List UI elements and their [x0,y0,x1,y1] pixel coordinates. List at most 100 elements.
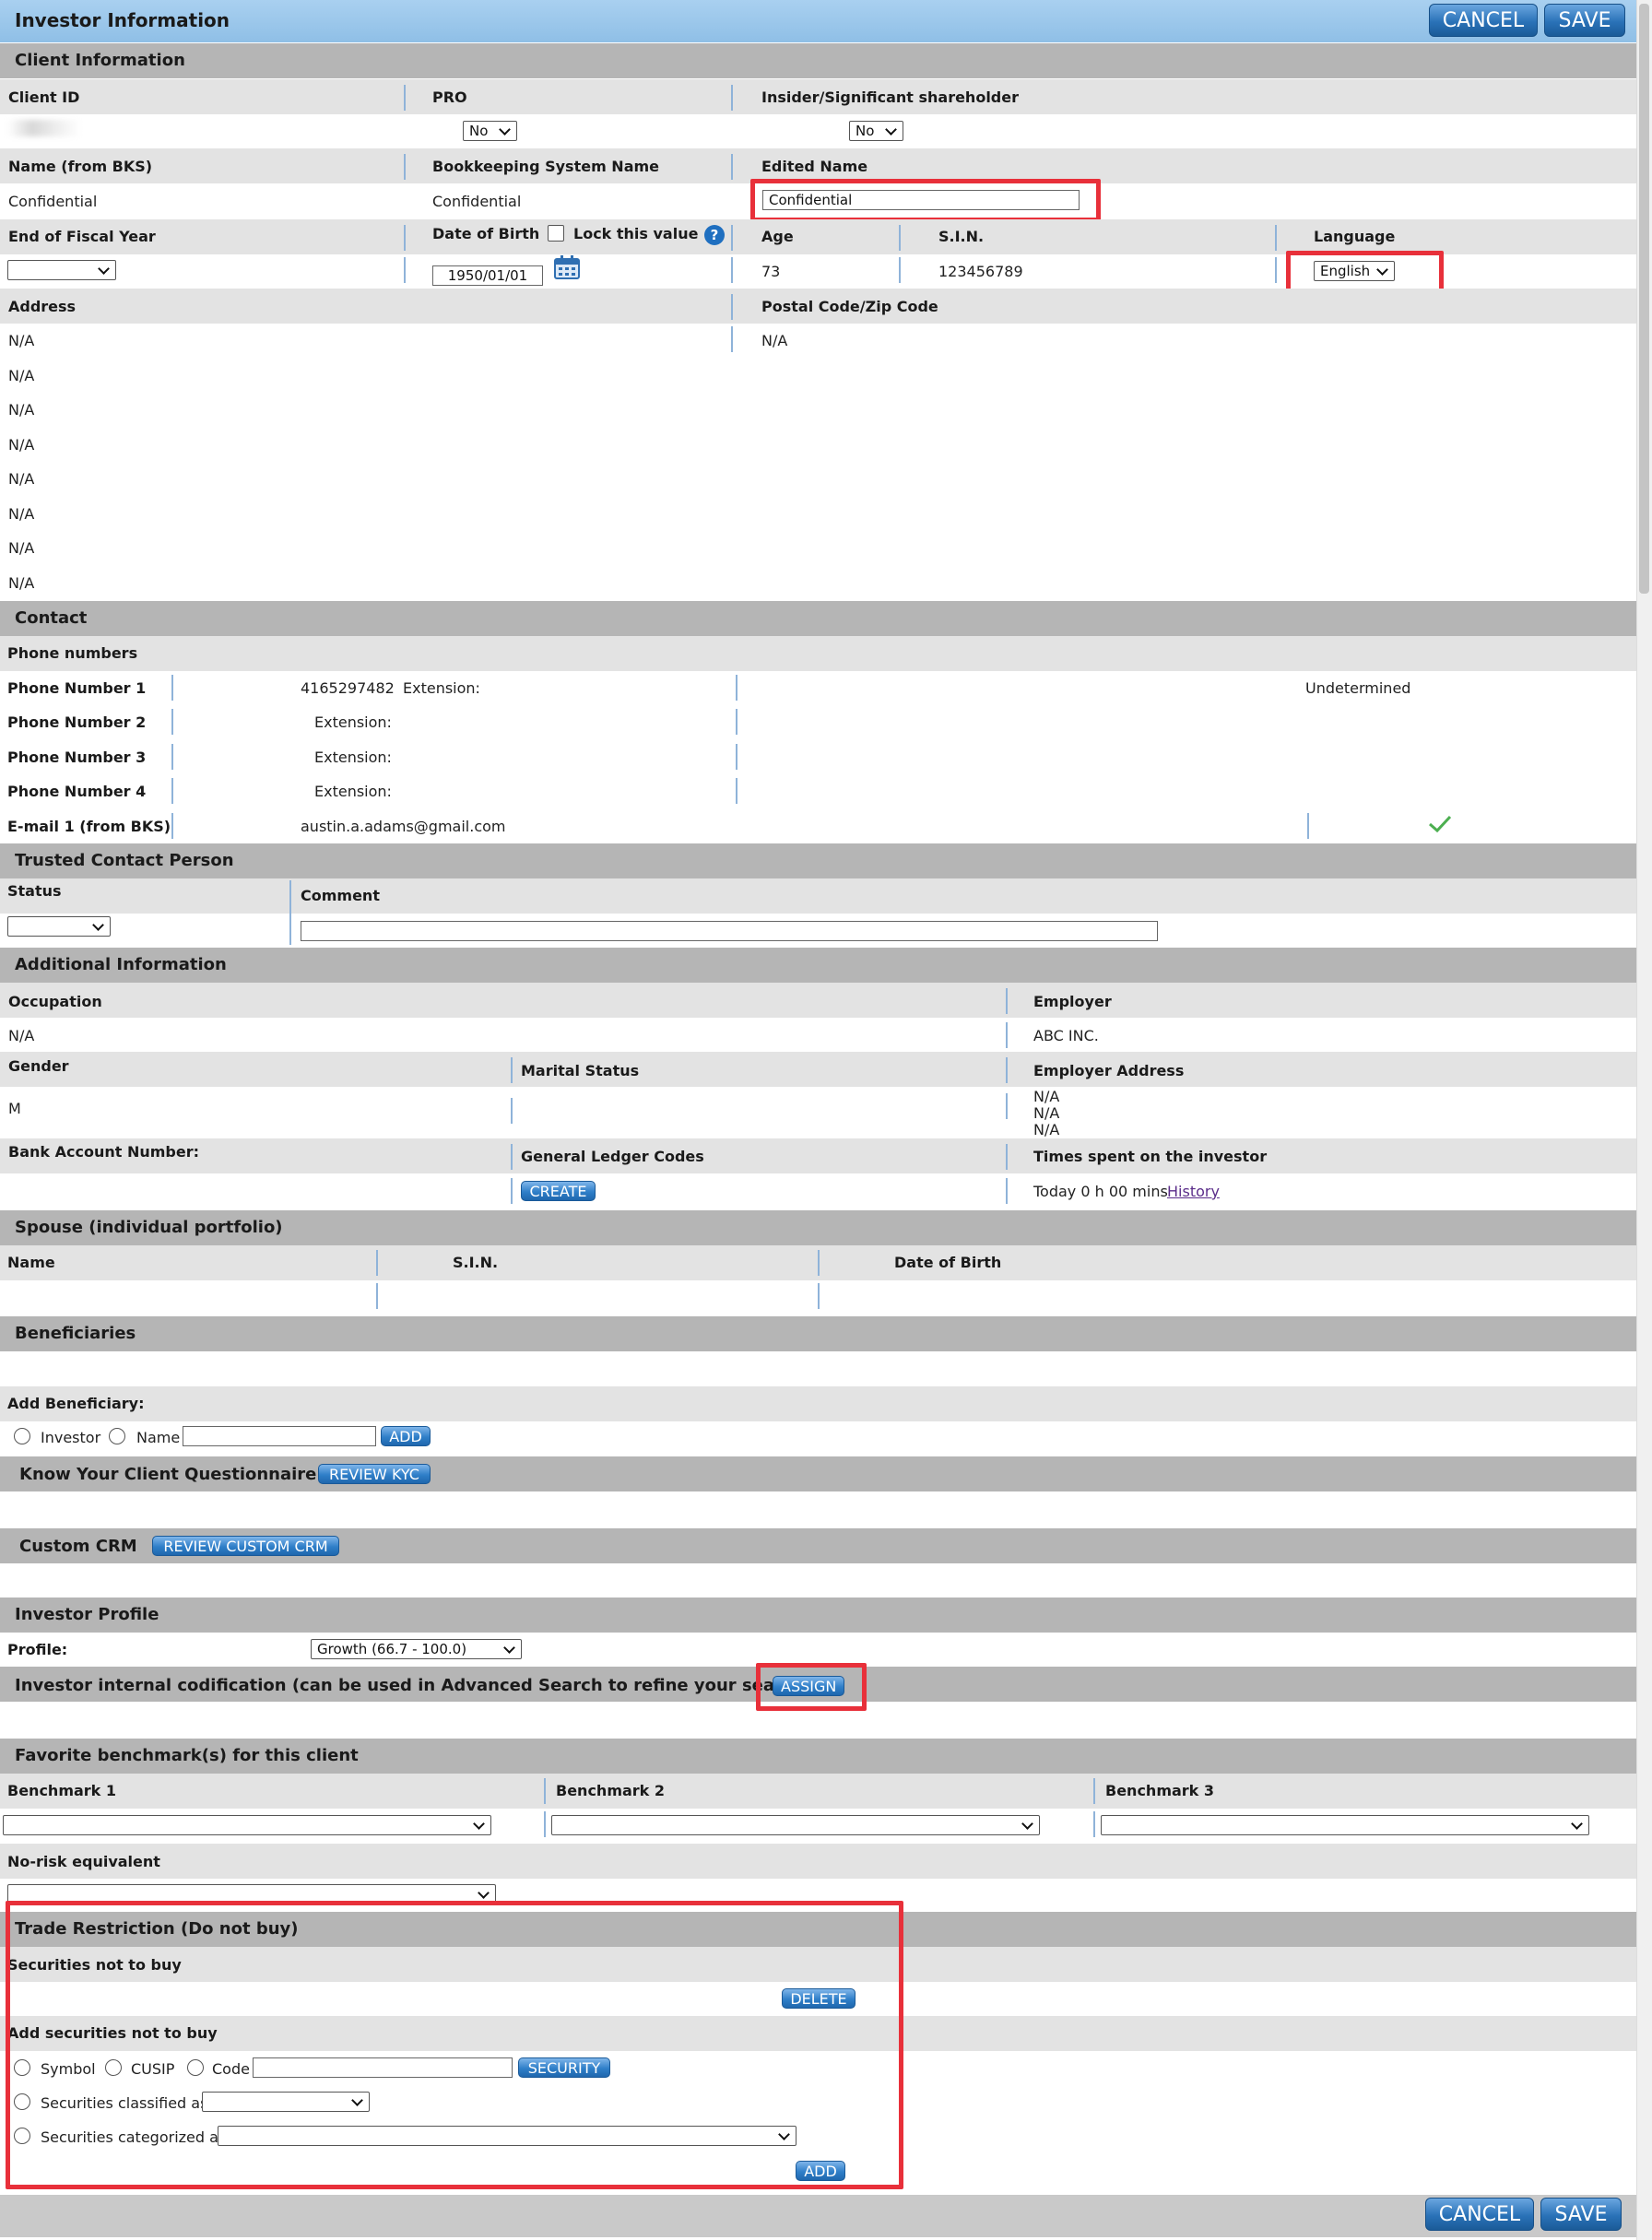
separator [731,85,733,111]
bottom-bar [0,2195,1636,2237]
crm-label: Custom CRM [19,1537,137,1556]
bks-name-value: Confidential [432,193,522,210]
gl-codes-label: General Ledger Codes [521,1148,704,1165]
pro-select[interactable]: No [463,121,517,141]
address-line: N/A [8,401,35,419]
client-info-header: Client Information [0,43,1636,78]
benchmarks-header: Favorite benchmark(s) for this client [0,1739,1636,1774]
insider-label: Insider/Significant shareholder [761,88,1019,106]
benchmark-3-select[interactable] [1101,1815,1589,1835]
dob-label: Date of Birth [432,225,540,242]
scrollbar-thumb[interactable] [1639,4,1649,594]
insider-select[interactable]: No [849,121,903,141]
trusted-comment-input[interactable] [301,921,1158,941]
no-risk-row [0,1844,1636,1879]
dob-input[interactable]: 1950/01/01 [432,265,543,286]
classified-label: Securities classified as [41,2094,208,2112]
age-label: Age [761,228,794,245]
separator [1006,1178,1008,1204]
add-not-to-buy-row [0,2016,1636,2051]
bks-name-label: Bookkeeping System Name [432,158,660,175]
check-icon [1427,813,1453,835]
history-link[interactable]: History [1167,1183,1220,1200]
add-security-button[interactable]: ADD [796,2161,845,2181]
separator [731,225,733,251]
edited-name-input[interactable]: Confidential [762,190,1080,210]
code-radio[interactable] [187,2059,204,2076]
name-bks-value: Confidential [8,193,98,210]
cancel-button-top[interactable]: CANCEL [1429,4,1538,37]
separator [404,257,406,283]
pro-label: PRO [432,88,467,106]
trusted-status-select[interactable] [7,916,111,937]
help-icon[interactable]: ? [704,225,725,245]
beneficiary-investor-radio[interactable] [14,1428,30,1444]
benchmark-2-label: Benchmark 2 [556,1782,666,1799]
separator [818,1283,820,1309]
categorized-radio[interactable] [14,2128,30,2144]
assign-button[interactable]: ASSIGN [773,1676,844,1696]
lock-value-checkbox[interactable] [548,225,564,242]
language-select[interactable]: English [1314,261,1395,281]
code-input[interactable] [253,2057,513,2078]
spouse-name-label: Name [7,1254,55,1271]
phone-2-label: Phone Number 2 [7,713,147,731]
not-to-buy-label: Securities not to buy [7,1956,182,1974]
categorized-select[interactable] [218,2126,796,2146]
save-button-bottom[interactable]: SAVE [1540,2198,1622,2231]
beneficiary-name-input[interactable] [183,1426,376,1446]
additional-row1-labels [0,983,1636,1018]
save-button-top[interactable]: SAVE [1544,4,1625,37]
client-id-value-blurred [7,120,81,136]
no-risk-label: No-risk equivalent [7,1853,160,1870]
phone-numbers-row [0,636,1636,671]
address-line: N/A [8,470,35,488]
calendar-icon[interactable] [553,254,581,280]
postal-label: Postal Code/Zip Code [761,298,938,315]
no-risk-select[interactable] [7,1884,496,1904]
top-bar [0,0,1636,42]
separator [736,778,738,804]
benchmark-3-label: Benchmark 3 [1105,1782,1215,1799]
phone-1-label: Phone Number 1 [7,679,147,697]
beneficiary-name-radio[interactable] [109,1428,125,1444]
classified-select[interactable] [202,2092,370,2112]
sin-value: 123456789 [938,263,1023,280]
beneficiaries-header: Beneficiaries [0,1316,1636,1351]
review-crm-button[interactable]: REVIEW CUSTOM CRM [152,1536,339,1556]
fiscal-year-select[interactable] [7,260,116,280]
address-line: N/A [8,436,35,454]
review-kyc-button[interactable]: REVIEW KYC [318,1464,431,1484]
employer-address-line: N/A [1033,1104,1060,1122]
profile-select[interactable]: Growth (66.7 - 100.0) [311,1639,522,1659]
separator [1006,1144,1008,1170]
lock-value-label: Lock this value [573,225,699,242]
delete-security-button[interactable]: DELETE [782,1988,856,2009]
email-label: E-mail 1 (from BKS) [7,818,171,835]
separator [511,1144,513,1170]
add-beneficiary-button[interactable]: ADD [381,1426,431,1446]
cancel-button-bottom[interactable]: CANCEL [1425,2198,1534,2231]
symbol-label: Symbol [41,2060,96,2078]
page-title: Investor Information [15,9,230,31]
separator [736,675,738,701]
employer-address-label: Employer Address [1033,1062,1185,1079]
security-button[interactable]: SECURITY [518,2057,610,2078]
cusip-radio[interactable] [105,2059,122,2076]
phone-3-ext: Extension: [314,749,392,766]
classified-radio[interactable] [14,2093,30,2110]
address-line: N/A [8,574,35,592]
investor-profile-header: Investor Profile [0,1597,1636,1633]
benchmark-2-select[interactable] [551,1815,1040,1835]
add-not-to-buy-label: Add securities not to buy [7,2024,218,2042]
benchmark-1-select[interactable] [3,1815,491,1835]
separator [171,744,173,770]
symbol-radio[interactable] [14,2059,30,2076]
separator [289,880,291,945]
client-id-label: Client ID [8,88,80,106]
separator [899,225,901,251]
create-gl-button[interactable]: CREATE [521,1181,596,1201]
separator [736,744,738,770]
phone-1-ext: Extension: [403,679,480,697]
separator [376,1283,378,1309]
